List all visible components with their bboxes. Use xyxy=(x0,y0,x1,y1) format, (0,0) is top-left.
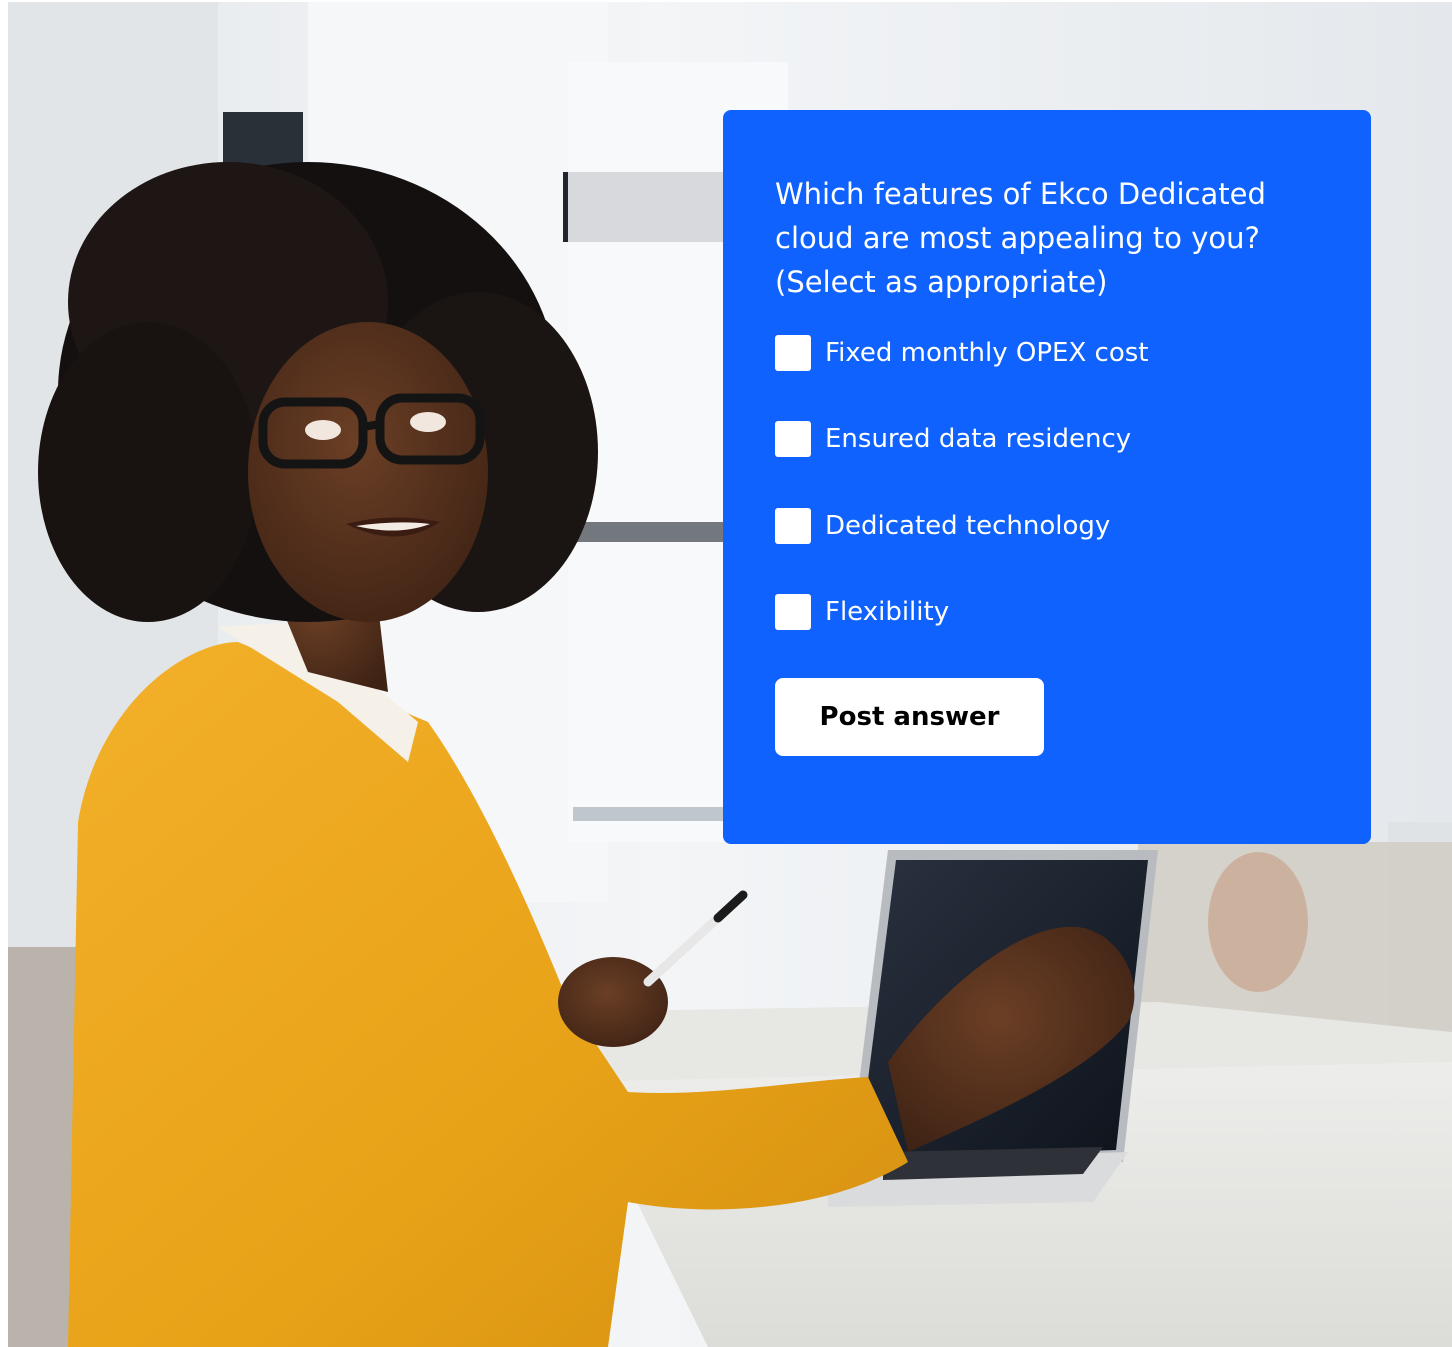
poll-option-ensured-data-residency[interactable]: Ensured data residency xyxy=(775,420,1319,458)
poll-option-fixed-monthly-opex-cost[interactable]: Fixed monthly OPEX cost xyxy=(775,334,1319,372)
checkbox[interactable] xyxy=(775,421,811,457)
poll-question: Which features of Ekco Dedicated cloud a… xyxy=(775,177,1266,299)
post-answer-button[interactable]: Post answer xyxy=(775,678,1044,756)
checkbox[interactable] xyxy=(775,335,811,371)
poll-options: Fixed monthly OPEX cost Ensured data res… xyxy=(775,334,1319,631)
option-label: Flexibility xyxy=(825,597,950,627)
option-label: Fixed monthly OPEX cost xyxy=(825,338,1149,368)
checkbox[interactable] xyxy=(775,594,811,630)
poll-option-flexibility[interactable]: Flexibility xyxy=(775,593,1319,631)
poll-card: Which features of Ekco Dedicated cloud a… xyxy=(723,110,1371,844)
checkbox[interactable] xyxy=(775,508,811,544)
poll-option-dedicated-technology[interactable]: Dedicated technology xyxy=(775,507,1319,545)
option-label: Dedicated technology xyxy=(825,511,1111,541)
option-label: Ensured data residency xyxy=(825,424,1132,454)
